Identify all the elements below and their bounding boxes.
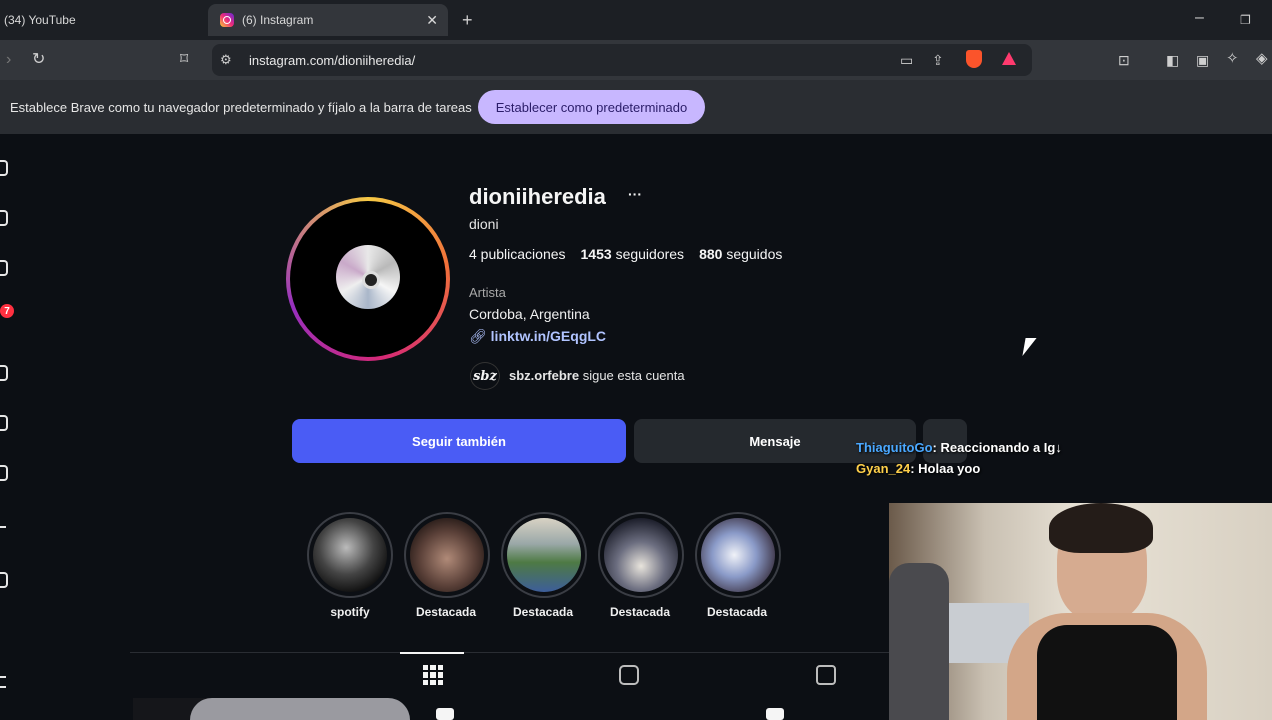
sidebar-reels-icon[interactable]	[0, 365, 8, 381]
chat-username: ThiaguitoGo	[856, 440, 933, 455]
reload-icon[interactable]: ↻	[32, 52, 45, 68]
sidebar-notifications-icon[interactable]	[0, 465, 8, 481]
tab-strip: (34) YouTube (6) Instagram ✕ + – ❐	[0, 0, 1272, 40]
highlight-4[interactable]	[598, 512, 684, 598]
infobar-message: Establece Brave como tu navegador predet…	[10, 100, 472, 115]
followed-by-suffix: sigue esta cuenta	[582, 368, 685, 383]
reels-tab-icon[interactable]	[619, 665, 639, 685]
site-settings-icon[interactable]: ⚙	[220, 52, 232, 68]
stream-chat: ThiaguitoGo: Reaccionando a Ig↓ Gyan_24:…	[856, 440, 1062, 476]
sidebar-messages-icon[interactable]	[0, 415, 8, 431]
highlight-cover	[410, 518, 484, 592]
brave-rewards-icon[interactable]	[1002, 52, 1016, 65]
profile-stats: 4 publicaciones 1453 seguidores 880 segu…	[469, 246, 782, 262]
profile-full-name: dioni	[469, 216, 499, 232]
tab-youtube[interactable]: (34) YouTube	[0, 4, 200, 36]
highlight-cover	[604, 518, 678, 592]
follow-back-button[interactable]: Seguir también	[292, 419, 626, 463]
highlight-cover	[507, 518, 581, 592]
vpn-icon[interactable]: ◈	[1256, 51, 1268, 67]
streamer-shirt	[1037, 625, 1177, 720]
reel-badge-icon	[436, 708, 454, 720]
follower-avatar[interactable]: sbz	[470, 362, 500, 390]
sidebar-search-icon[interactable]	[0, 210, 8, 226]
options-icon[interactable]: ···	[628, 186, 642, 202]
active-tab-indicator	[400, 652, 464, 654]
tab-search-icon[interactable]: ⊡	[1118, 52, 1130, 68]
followers-link[interactable]: 1453 seguidores	[581, 246, 685, 262]
highlight-label: Destacada	[512, 605, 574, 619]
tagged-tab-icon[interactable]	[816, 665, 836, 685]
profile-category: Artista	[469, 285, 506, 300]
mouse-cursor-icon	[1022, 338, 1037, 356]
sidebar-more-icon[interactable]	[0, 676, 6, 688]
followed-by-username[interactable]: sbz.orfebre	[509, 368, 579, 383]
chat-username: Gyan_24	[856, 461, 911, 476]
sidebar-toggle-icon[interactable]: ◧	[1166, 52, 1179, 68]
highlight-spotify[interactable]	[307, 512, 393, 598]
address-bar[interactable]: ⚙ instagram.com/dioniiheredia/ ▭ ⇪	[212, 44, 1032, 76]
following-count: 880	[699, 246, 723, 262]
bio-link-text: linktw.in/GEqgLC	[490, 328, 607, 344]
bookmark-icon[interactable]: ⌑	[180, 52, 188, 68]
share-icon[interactable]: ⇪	[932, 52, 944, 68]
webcam-overlay	[889, 503, 1272, 720]
chat-line: ThiaguitoGo: Reaccionando a Ig↓	[856, 440, 1062, 455]
highlight-5[interactable]	[695, 512, 781, 598]
sidebar-explore-icon[interactable]	[0, 260, 8, 276]
reel-badge-icon	[766, 708, 784, 720]
highlight-3[interactable]	[501, 512, 587, 598]
highlight-cover	[313, 518, 387, 592]
sidebar-create-icon[interactable]	[0, 526, 6, 528]
url-text[interactable]: instagram.com/dioniiheredia/	[249, 53, 415, 68]
highlight-label: Destacada	[706, 605, 768, 619]
profile-username: dioniiheredia	[469, 184, 606, 209]
sidebar-profile-icon[interactable]	[0, 572, 8, 588]
streamer-hair	[1049, 503, 1153, 553]
followers-label: seguidores	[615, 246, 685, 262]
following-link[interactable]: 880 seguidos	[699, 246, 782, 262]
close-tab-icon[interactable]: ✕	[426, 12, 438, 29]
leo-ai-icon[interactable]: ✧	[1226, 51, 1239, 67]
followed-by-text: sbz.orfebre sigue esta cuenta	[509, 368, 685, 383]
tab-title: (6) Instagram	[242, 13, 314, 27]
instagram-favicon-icon	[220, 13, 234, 27]
following-label: seguidos	[726, 246, 783, 262]
post-thumbnail-image	[190, 698, 410, 720]
tab-instagram[interactable]: (6) Instagram ✕	[208, 4, 448, 36]
tab-title: (34) YouTube	[4, 13, 76, 27]
brave-shields-icon[interactable]	[966, 50, 982, 68]
restore-icon[interactable]: ❐	[1240, 12, 1251, 28]
chat-line: Gyan_24: Holaa yoo	[856, 461, 981, 476]
bio-link[interactable]: 🔗︎ linktw.in/GEqgLC	[469, 328, 606, 345]
followers-count: 1453	[580, 246, 612, 262]
cast-icon[interactable]: ▭	[900, 52, 913, 68]
cd-disc-icon	[336, 245, 400, 309]
minimize-icon[interactable]: –	[1195, 10, 1204, 26]
set-default-button[interactable]: Establecer como predeterminado	[478, 90, 705, 124]
posts-grid-icon[interactable]	[423, 665, 443, 685]
highlight-label: Destacada	[415, 605, 477, 619]
tabs-divider	[130, 652, 890, 653]
sidebar-home-icon[interactable]	[0, 160, 8, 176]
thermos	[889, 563, 949, 720]
highlight-label: Destacada	[609, 605, 671, 619]
highlight-cover	[701, 518, 775, 592]
notification-badge[interactable]: 7	[0, 304, 14, 318]
posts-count: 4 publicaciones	[469, 246, 566, 262]
wallet-icon[interactable]: ▣	[1196, 52, 1209, 68]
link-icon: 🔗︎	[469, 328, 487, 344]
chat-message: Reaccionando a Ig↓	[940, 440, 1062, 455]
highlight-label: spotify	[330, 605, 370, 619]
profile-location: Cordoba, Argentina	[469, 306, 590, 322]
chat-message: Holaa yoo	[918, 461, 981, 476]
browser-toolbar: › ↻ ⌑ ⚙ instagram.com/dioniiheredia/ ▭ ⇪…	[0, 40, 1272, 80]
highlight-2[interactable]	[404, 512, 490, 598]
forward-icon[interactable]: ›	[6, 52, 11, 68]
new-tab-icon[interactable]: +	[462, 11, 473, 29]
